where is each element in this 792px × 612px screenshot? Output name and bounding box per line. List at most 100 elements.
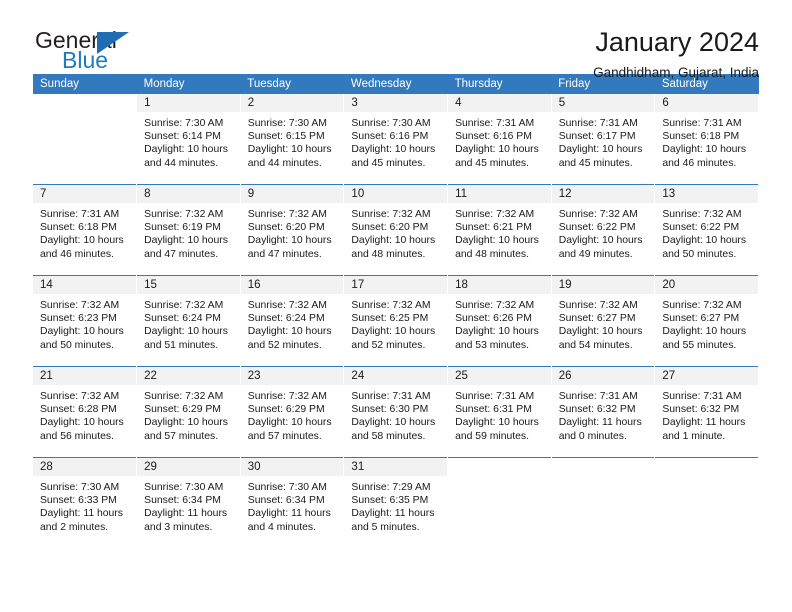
calendar-day-cell[interactable]: 13 Sunrise: 7:32 AM Sunset: 6:22 PM Dayligh…	[654, 184, 759, 276]
day-cell-inner: 2 Sunrise: 7:30 AM Sunset: 6:15 PM Daylight…	[240, 94, 344, 184]
day-sunrise-text: Sunrise: 7:30 AM	[247, 482, 327, 493]
calendar-day-cell[interactable]: 30 Sunrise: 7:30 AM Sunset: 6:34 PM Dayligh…	[240, 457, 345, 548]
calendar-day-cell[interactable]: 27 Sunrise: 7:31 AM Sunset: 6:32 PM Dayligh…	[654, 366, 759, 458]
day-daylight-1-text: Daylight: 10 hours	[247, 326, 332, 338]
day-sunset-text: Sunset: 6:14 PM	[144, 131, 221, 143]
calendar-day-cell[interactable]: 26 Sunrise: 7:31 AM Sunset: 6:32 PM Dayligh…	[551, 366, 656, 458]
day-daylight-1-text: Daylight: 10 hours	[455, 235, 539, 247]
day-daylight-2-text: and 44 minutes.	[144, 157, 219, 169]
calendar-day-cell[interactable]: 8 Sunrise: 7:32 AM Sunset: 6:19 PM Daylight…	[136, 184, 241, 276]
day-cell-inner	[655, 458, 758, 548]
day-sunset-text: Sunset: 6:16 PM	[455, 131, 532, 143]
calendar-day-cell[interactable]: 2 Sunrise: 7:30 AM Sunset: 6:15 PM Daylight…	[240, 94, 345, 185]
calendar-day-cell[interactable]: 23 Sunrise: 7:32 AM Sunset: 6:29 PM Dayligh…	[240, 366, 345, 458]
day-details: Sunrise: 7:31 AM Sunset: 6:32 PM Daylight:…	[655, 385, 758, 443]
day-number: 19	[551, 276, 655, 294]
day-daylight-1-text: Daylight: 11 hours	[144, 508, 228, 520]
day-sunrise-text: Sunrise: 7:32 AM	[144, 300, 224, 311]
calendar-day-cell[interactable]: 21 Sunrise: 7:32 AM Sunset: 6:28 PM Dayligh…	[33, 366, 138, 458]
calendar-day-cell[interactable]: 1 Sunrise: 7:30 AM Sunset: 6:14 PM Daylight…	[136, 94, 241, 185]
calendar-day-cell[interactable]: 22 Sunrise: 7:32 AM Sunset: 6:29 PM Dayligh…	[136, 366, 241, 458]
day-sunrise-text: Sunrise: 7:32 AM	[455, 209, 535, 220]
day-daylight-2-text: and 4 minutes.	[247, 521, 316, 533]
calendar-day-cell[interactable]: 19 Sunrise: 7:32 AM Sunset: 6:27 PM Dayligh…	[551, 275, 656, 367]
general-blue-logo[interactable]: General Blue	[33, 27, 163, 79]
day-sunset-text: Sunset: 6:23 PM	[40, 313, 117, 325]
day-cell-inner: 6 Sunrise: 7:31 AM Sunset: 6:18 PM Daylight…	[655, 94, 758, 184]
day-sunset-text: Sunset: 6:33 PM	[40, 495, 117, 507]
day-number: 26	[551, 367, 655, 385]
day-daylight-1-text: Daylight: 11 hours	[247, 508, 331, 520]
day-daylight-1-text: Daylight: 10 hours	[144, 417, 228, 429]
day-details: Sunrise: 7:32 AM Sunset: 6:29 PM Daylight:…	[137, 385, 240, 443]
day-details	[655, 476, 758, 481]
calendar-day-cell[interactable]: 18 Sunrise: 7:32 AM Sunset: 6:26 PM Dayligh…	[447, 275, 552, 367]
day-cell-inner: 20 Sunrise: 7:32 AM Sunset: 6:27 PM Dayligh…	[655, 276, 758, 366]
day-daylight-2-text: and 45 minutes.	[455, 157, 529, 169]
day-details: Sunrise: 7:31 AM Sunset: 6:18 PM Daylight:…	[33, 203, 136, 261]
day-number: 3	[344, 94, 448, 112]
day-details: Sunrise: 7:32 AM Sunset: 6:23 PM Daylight:…	[33, 294, 136, 352]
day-details: Sunrise: 7:29 AM Sunset: 6:35 PM Daylight:…	[344, 476, 447, 534]
day-cell-inner: 8 Sunrise: 7:32 AM Sunset: 6:19 PM Daylight…	[137, 185, 240, 275]
day-number	[448, 458, 551, 476]
day-sunrise-text: Sunrise: 7:30 AM	[247, 118, 327, 129]
calendar-day-cell[interactable]: 31 Sunrise: 7:29 AM Sunset: 6:35 PM Dayligh…	[343, 457, 449, 548]
calendar-day-cell[interactable]: 9 Sunrise: 7:32 AM Sunset: 6:20 PM Daylight…	[240, 184, 345, 276]
day-number: 11	[448, 185, 551, 203]
calendar-week-row: 28 Sunrise: 7:30 AM Sunset: 6:33 PM Dayligh…	[33, 457, 759, 548]
day-daylight-2-text: and 57 minutes.	[144, 430, 219, 442]
day-sunrise-text: Sunrise: 7:32 AM	[662, 300, 742, 311]
day-sunrise-text: Sunrise: 7:32 AM	[455, 300, 535, 311]
day-daylight-2-text: and 47 minutes.	[144, 248, 219, 260]
day-daylight-2-text: and 51 minutes.	[144, 339, 219, 351]
day-daylight-1-text: Daylight: 10 hours	[558, 144, 643, 156]
day-daylight-1-text: Daylight: 10 hours	[144, 144, 228, 156]
day-number: 17	[344, 276, 448, 294]
day-daylight-1-text: Daylight: 11 hours	[40, 508, 123, 520]
day-daylight-1-text: Daylight: 10 hours	[351, 417, 436, 429]
calendar-day-cell[interactable]: 14 Sunrise: 7:32 AM Sunset: 6:23 PM Dayligh…	[33, 275, 138, 367]
calendar-day-cell[interactable]: 11 Sunrise: 7:32 AM Sunset: 6:21 PM Dayligh…	[447, 184, 552, 276]
calendar-day-cell[interactable]: 16 Sunrise: 7:32 AM Sunset: 6:24 PM Dayligh…	[240, 275, 345, 367]
calendar-day-cell[interactable]: 28 Sunrise: 7:30 AM Sunset: 6:33 PM Dayligh…	[33, 457, 138, 548]
day-daylight-2-text: and 45 minutes.	[558, 157, 633, 169]
calendar-day-cell[interactable]: 20 Sunrise: 7:32 AM Sunset: 6:27 PM Dayligh…	[654, 275, 759, 367]
calendar-day-cell[interactable]: 24 Sunrise: 7:31 AM Sunset: 6:30 PM Dayligh…	[343, 366, 449, 458]
day-cell-inner: 17 Sunrise: 7:32 AM Sunset: 6:25 PM Dayligh…	[344, 276, 448, 366]
calendar-day-cell[interactable]: 4 Sunrise: 7:31 AM Sunset: 6:16 PM Daylight…	[447, 94, 552, 185]
day-daylight-2-text: and 47 minutes.	[247, 248, 322, 260]
day-number: 15	[137, 276, 240, 294]
day-sunset-text: Sunset: 6:16 PM	[351, 131, 429, 143]
day-cell-inner: 7 Sunrise: 7:31 AM Sunset: 6:18 PM Daylight…	[33, 185, 137, 275]
day-daylight-1-text: Daylight: 10 hours	[247, 235, 332, 247]
calendar-day-cell[interactable]: 29 Sunrise: 7:30 AM Sunset: 6:34 PM Dayligh…	[136, 457, 241, 548]
day-details: Sunrise: 7:30 AM Sunset: 6:16 PM Daylight:…	[344, 112, 447, 170]
weekday-header-wednesday: Wednesday	[343, 74, 448, 94]
day-sunrise-text: Sunrise: 7:30 AM	[144, 482, 224, 493]
calendar-day-cell[interactable]: 5 Sunrise: 7:31 AM Sunset: 6:17 PM Daylight…	[551, 94, 656, 185]
day-sunset-text: Sunset: 6:15 PM	[247, 131, 325, 143]
calendar-day-cell[interactable]: 10 Sunrise: 7:32 AM Sunset: 6:20 PM Dayligh…	[343, 184, 449, 276]
calendar-day-cell[interactable]: 25 Sunrise: 7:31 AM Sunset: 6:31 PM Dayligh…	[447, 366, 552, 458]
day-number: 22	[137, 367, 240, 385]
day-cell-inner: 30 Sunrise: 7:30 AM Sunset: 6:34 PM Dayligh…	[240, 458, 344, 548]
day-number: 25	[448, 367, 551, 385]
calendar-week-row: 14 Sunrise: 7:32 AM Sunset: 6:23 PM Dayligh…	[33, 275, 759, 367]
day-cell-inner: 24 Sunrise: 7:31 AM Sunset: 6:30 PM Dayligh…	[344, 367, 448, 457]
calendar-day-cell[interactable]: 17 Sunrise: 7:32 AM Sunset: 6:25 PM Dayligh…	[343, 275, 449, 367]
day-daylight-1-text: Daylight: 10 hours	[662, 144, 747, 156]
calendar-day-cell[interactable]: 12 Sunrise: 7:32 AM Sunset: 6:22 PM Dayligh…	[551, 184, 656, 276]
day-sunrise-text: Sunrise: 7:31 AM	[351, 391, 431, 402]
calendar-day-cell[interactable]: 15 Sunrise: 7:32 AM Sunset: 6:24 PM Dayligh…	[136, 275, 241, 367]
calendar-body: 1 Sunrise: 7:30 AM Sunset: 6:14 PM Daylight…	[33, 94, 759, 548]
day-sunrise-text: Sunrise: 7:32 AM	[558, 300, 638, 311]
day-number: 23	[240, 367, 344, 385]
day-cell-inner: 12 Sunrise: 7:32 AM Sunset: 6:22 PM Dayligh…	[551, 185, 655, 275]
day-cell-inner: 13 Sunrise: 7:32 AM Sunset: 6:22 PM Dayligh…	[655, 185, 758, 275]
day-sunset-text: Sunset: 6:24 PM	[144, 313, 221, 325]
calendar-day-cell[interactable]: 3 Sunrise: 7:30 AM Sunset: 6:16 PM Daylight…	[343, 94, 449, 185]
calendar-day-cell[interactable]: 7 Sunrise: 7:31 AM Sunset: 6:18 PM Daylight…	[33, 184, 138, 276]
calendar-day-cell[interactable]: 6 Sunrise: 7:31 AM Sunset: 6:18 PM Daylight…	[654, 94, 759, 185]
day-sunset-text: Sunset: 6:18 PM	[662, 131, 740, 143]
